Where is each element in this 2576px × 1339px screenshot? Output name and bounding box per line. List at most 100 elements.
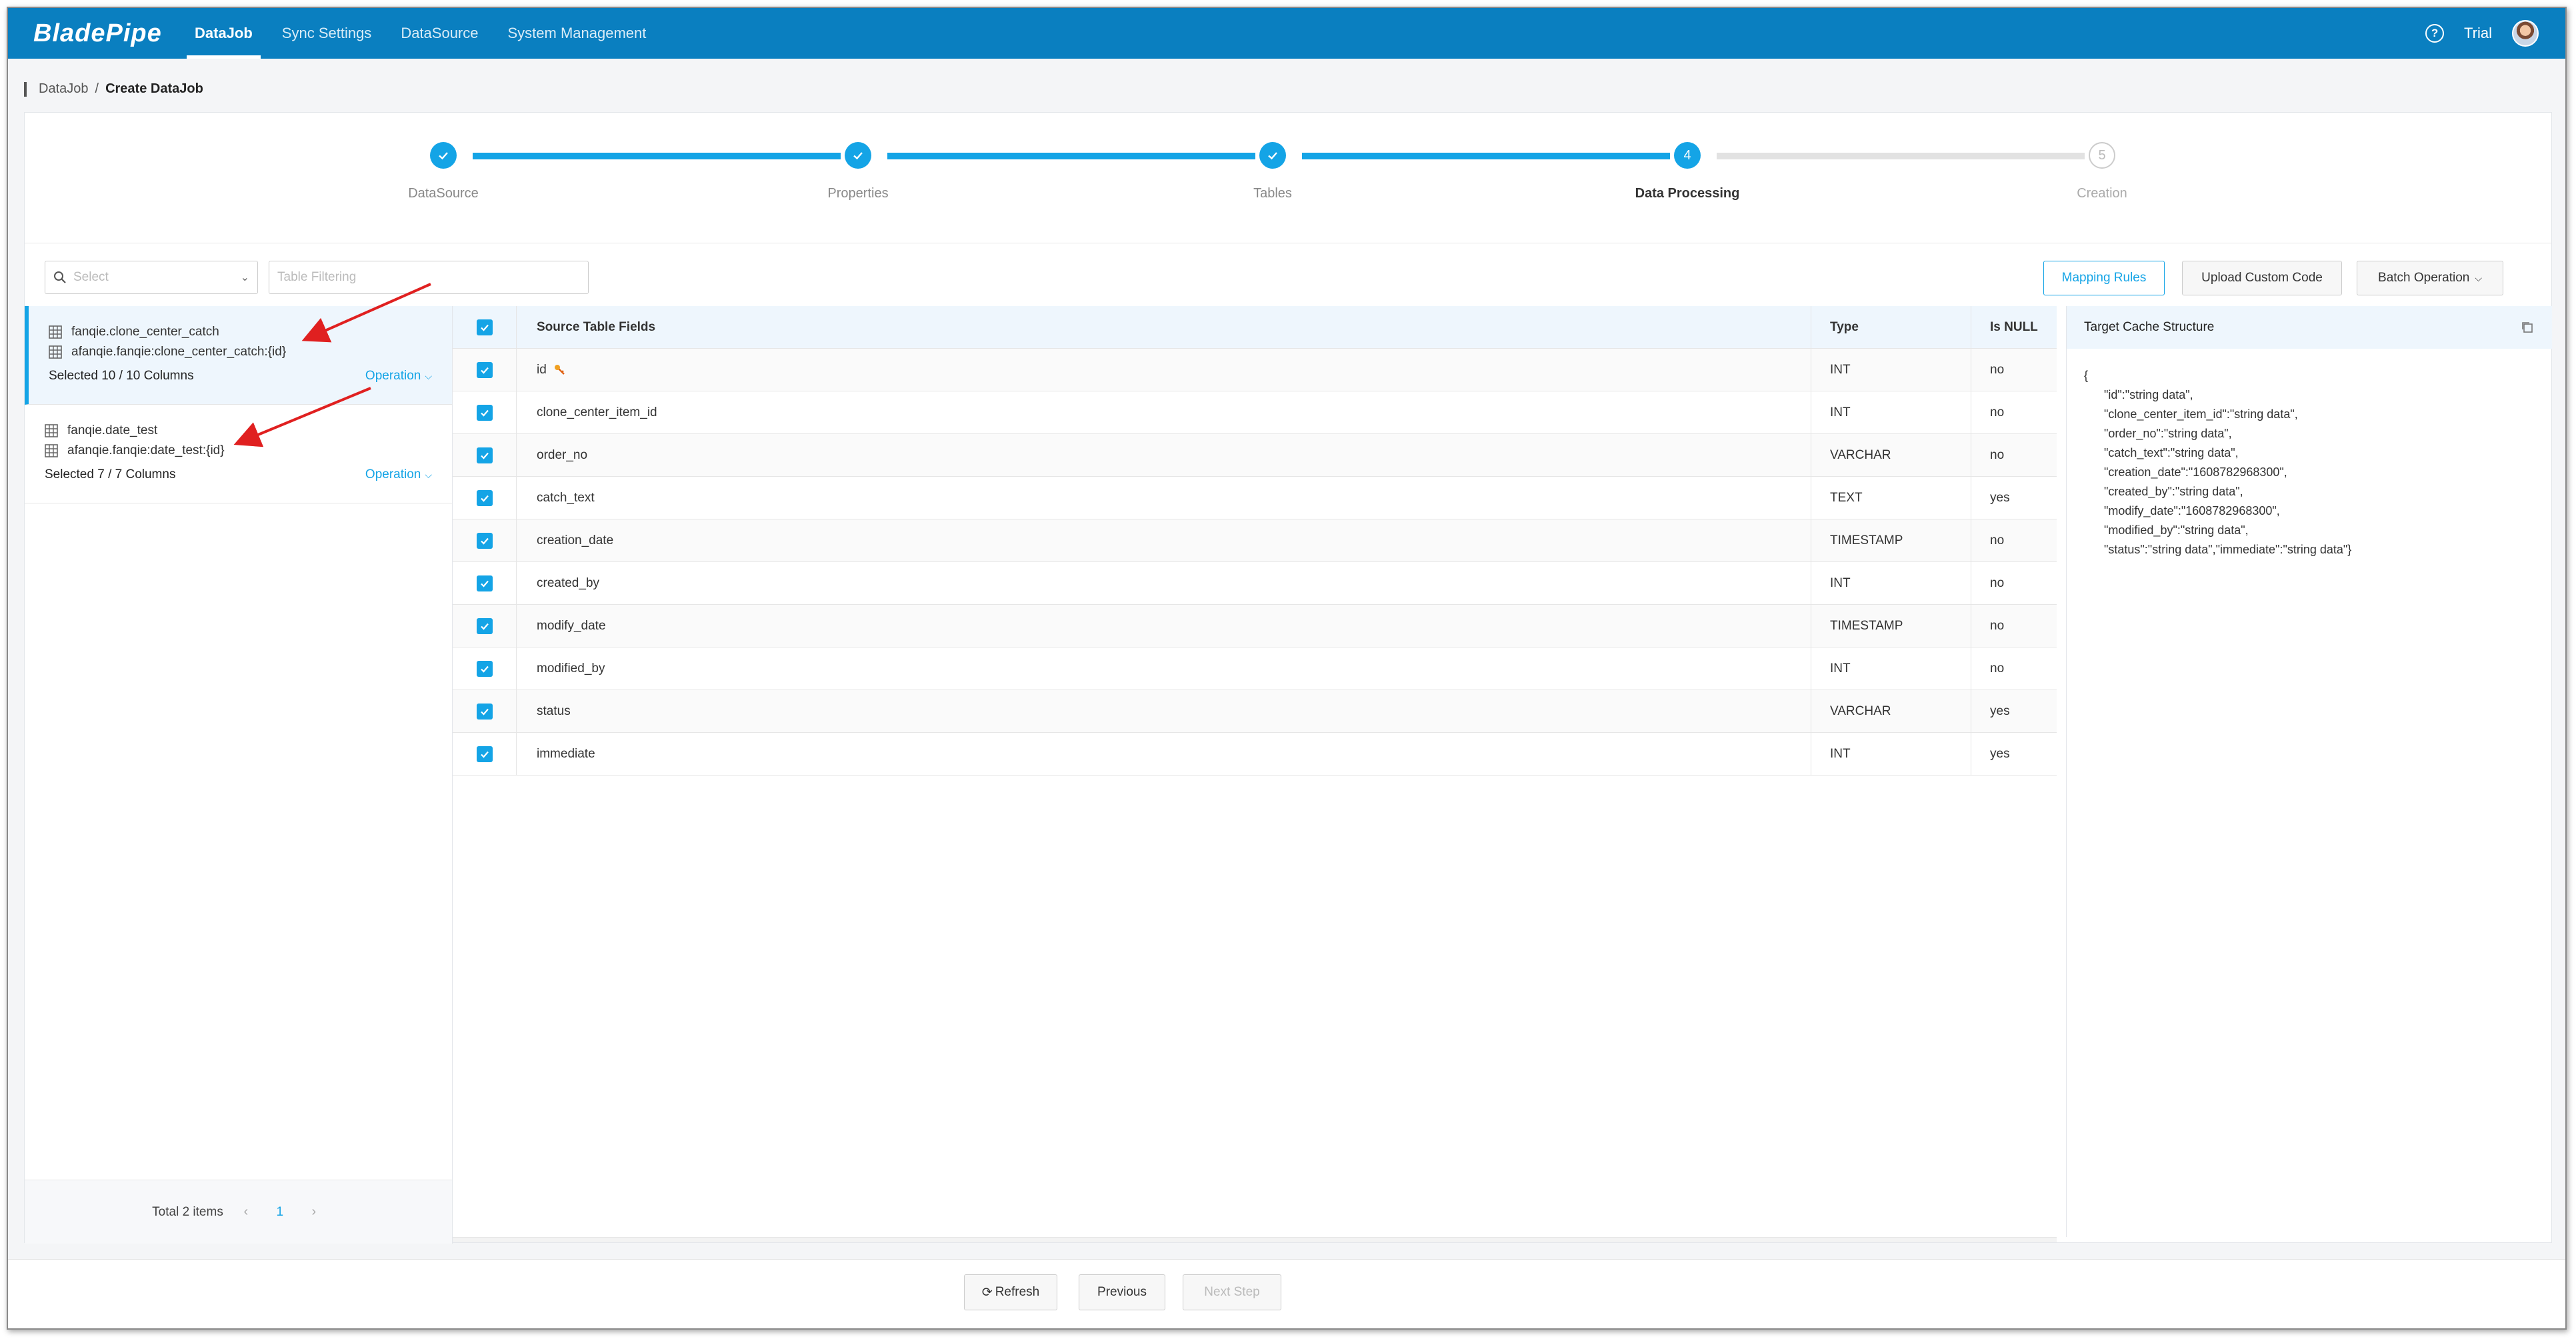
- breadcrumb: DataJob / Create DataJob: [24, 81, 203, 97]
- step-label-datasource: DataSource: [408, 186, 479, 201]
- table-row[interactable]: order_no VARCHAR no: [453, 434, 2057, 477]
- target-table-name: afanqie.fanqie:clone_center_catch:{id}: [71, 345, 287, 359]
- field-name: creation_date: [517, 519, 1811, 561]
- field-type: INT: [1811, 391, 1971, 433]
- field-name-text: catch_text: [537, 490, 595, 505]
- field-name-text: modified_by: [537, 661, 605, 676]
- preview-title: Target Cache Structure: [2084, 320, 2215, 334]
- table-list-item[interactable]: fanqie.clone_center_catch afanqie.fanqie…: [25, 306, 452, 405]
- refresh-label: Refresh: [995, 1285, 1040, 1299]
- table-row[interactable]: clone_center_item_id INT no: [453, 391, 2057, 434]
- field-is-null: no: [1990, 447, 2005, 462]
- source-table-name: fanqie.clone_center_catch: [71, 325, 219, 339]
- row-checkbox[interactable]: [476, 746, 493, 762]
- step-connector: [1717, 153, 2085, 159]
- header-source-fields: Source Table Fields: [517, 306, 1811, 348]
- field-type: INT: [1811, 349, 1971, 391]
- row-checkbox[interactable]: [476, 617, 493, 634]
- question-circle-icon[interactable]: ?: [2425, 24, 2445, 43]
- step-label-tables: Tables: [1253, 186, 1292, 201]
- step-1-check-icon: [430, 142, 457, 169]
- previous-button[interactable]: Previous: [1079, 1274, 1165, 1310]
- nav-system-management[interactable]: System Management: [493, 8, 661, 59]
- table-row[interactable]: modify_date TIMESTAMP no: [453, 605, 2057, 647]
- step-2-check-icon: [845, 142, 871, 169]
- table-list-panel: fanqie.clone_center_catch afanqie.fanqie…: [25, 306, 453, 1244]
- field-type: VARCHAR: [1811, 434, 1971, 476]
- field-name-text: status: [537, 704, 571, 718]
- table-select[interactable]: Select ⌄: [45, 261, 258, 294]
- avatar[interactable]: [2512, 20, 2539, 47]
- row-checkbox[interactable]: [476, 532, 493, 549]
- user-label[interactable]: Trial: [2464, 25, 2492, 42]
- table-filter-input[interactable]: [269, 261, 589, 294]
- app-logo[interactable]: BladePipe: [33, 19, 180, 48]
- prev-page-icon[interactable]: ‹: [235, 1202, 257, 1223]
- nav-right: ? Trial: [2425, 20, 2539, 47]
- table-row[interactable]: modified_by INT no: [453, 647, 2057, 690]
- table-row[interactable]: catch_text TEXT yes: [453, 477, 2057, 519]
- total-items: Total 2 items: [152, 1204, 223, 1219]
- table-row[interactable]: status VARCHAR yes: [453, 690, 2057, 733]
- next-page-icon[interactable]: ›: [303, 1202, 325, 1223]
- page-number[interactable]: 1: [269, 1201, 291, 1224]
- row-checkbox[interactable]: [476, 575, 493, 591]
- table-icon: [45, 424, 58, 437]
- table-icon: [45, 444, 58, 457]
- breadcrumb-bar: [24, 81, 27, 97]
- table-row[interactable]: created_by INT no: [453, 562, 2057, 605]
- row-checkbox[interactable]: [476, 660, 493, 677]
- upload-custom-code-button[interactable]: Upload Custom Code: [2182, 261, 2342, 295]
- table-list-item[interactable]: fanqie.date_test afanqie.fanqie:date_tes…: [25, 405, 452, 503]
- nav-datasource[interactable]: DataSource: [386, 8, 493, 59]
- next-step-button[interactable]: Next Step: [1183, 1274, 1281, 1310]
- field-is-null: yes: [1990, 704, 2010, 718]
- field-name: modified_by: [517, 647, 1811, 690]
- row-checkbox[interactable]: [476, 703, 493, 720]
- row-checkbox[interactable]: [476, 489, 493, 506]
- field-name: immediate: [517, 733, 1811, 775]
- mapping-rules-button[interactable]: Mapping Rules: [2043, 261, 2165, 295]
- field-name: modify_date: [517, 605, 1811, 647]
- row-checkbox[interactable]: [476, 447, 493, 463]
- step-connector: [473, 153, 841, 159]
- refresh-button[interactable]: ⟳ Refresh: [964, 1274, 1057, 1310]
- batch-operation-button[interactable]: Batch Operation ⌵: [2357, 261, 2503, 295]
- step-label-creation: Creation: [2077, 186, 2127, 201]
- breadcrumb-root[interactable]: DataJob: [39, 81, 89, 97]
- pagination: Total 2 items ‹ 1 ›: [25, 1180, 452, 1244]
- header-is-null: Is NULL: [1990, 319, 2038, 334]
- fields-scrollbar[interactable]: [453, 1237, 2057, 1242]
- table-row[interactable]: creation_date TIMESTAMP no: [453, 519, 2057, 562]
- nav-sync-settings[interactable]: Sync Settings: [267, 8, 387, 59]
- field-type: TIMESTAMP: [1811, 605, 1971, 647]
- nav-datajob[interactable]: DataJob: [180, 8, 267, 59]
- field-is-null: no: [1990, 575, 2005, 590]
- preview-header: Target Cache Structure: [2067, 306, 2552, 349]
- table-row[interactable]: id INT no: [453, 349, 2057, 391]
- field-name-text: creation_date: [537, 533, 614, 547]
- primary-key-icon: [554, 364, 565, 375]
- select-all-checkbox[interactable]: [476, 319, 493, 335]
- field-name: id: [517, 349, 1811, 391]
- step-connector: [887, 153, 1255, 159]
- row-checkbox[interactable]: [476, 361, 493, 378]
- row-checkbox[interactable]: [476, 404, 493, 421]
- target-cache-preview: Target Cache Structure { "id":"string da…: [2066, 306, 2552, 1237]
- table-icon: [49, 345, 62, 359]
- app-window: BladePipe DataJob Sync Settings DataSour…: [7, 7, 2567, 1330]
- chevron-down-icon: ⌵: [425, 469, 432, 480]
- field-type: INT: [1811, 733, 1971, 775]
- copy-icon[interactable]: [2520, 320, 2535, 335]
- operation-dropdown[interactable]: Operation ⌵: [365, 369, 432, 383]
- field-name-text: clone_center_item_id: [537, 405, 657, 419]
- top-nav: BladePipe DataJob Sync Settings DataSour…: [8, 8, 2565, 59]
- footer-bar: ⟳ Refresh Previous Next Step: [8, 1259, 2565, 1328]
- field-is-null: no: [1990, 661, 2005, 676]
- target-table-name: afanqie.fanqie:date_test:{id}: [67, 443, 225, 457]
- operation-label: Operation: [365, 369, 421, 383]
- fields-table: Source Table Fields Type Is NULL id INT no…: [453, 306, 2057, 776]
- table-row[interactable]: immediate INT yes: [453, 733, 2057, 776]
- operation-dropdown[interactable]: Operation ⌵: [365, 467, 432, 482]
- field-type: INT: [1811, 562, 1971, 604]
